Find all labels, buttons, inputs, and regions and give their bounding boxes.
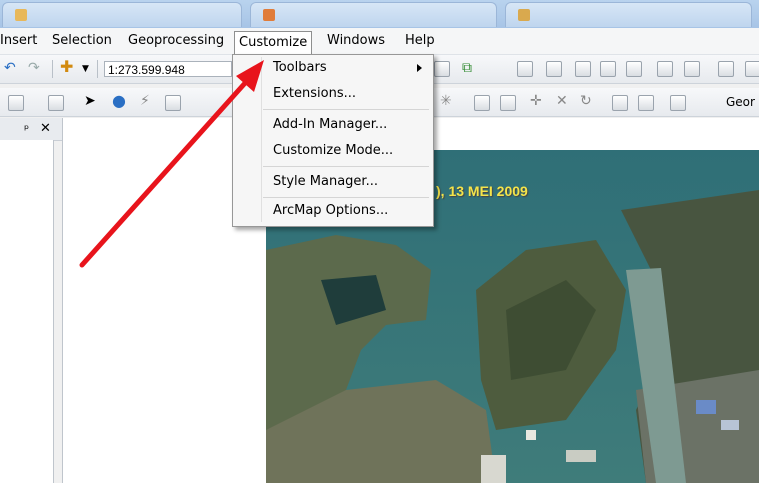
window-tab-icon	[15, 9, 27, 21]
menu-item-style-manager[interactable]: Style Manager...	[273, 174, 378, 189]
move-icon[interactable]: ✛	[530, 94, 542, 108]
window-tab[interactable]	[2, 2, 242, 27]
model-builder-icon[interactable]: ⧉	[462, 61, 472, 75]
menu-item-toolbars[interactable]: Toolbars	[273, 60, 327, 75]
window-icon[interactable]	[434, 61, 450, 77]
close-icon[interactable]: ✕	[40, 122, 51, 136]
tool-icon[interactable]	[745, 61, 759, 77]
window-tab[interactable]	[505, 2, 752, 27]
chevron-down-icon[interactable]: ▼	[82, 62, 89, 76]
tool-icon[interactable]	[657, 61, 673, 77]
menu-icon-gutter	[261, 57, 262, 222]
menu-help[interactable]: Help	[403, 32, 437, 50]
redo-icon[interactable]: ↷	[28, 61, 40, 75]
undo-icon[interactable]: ↶	[4, 61, 16, 75]
menu-customize[interactable]: Customize	[234, 31, 313, 54]
delete-icon[interactable]: ✕	[556, 94, 568, 108]
menu-item-customize-mode[interactable]: Customize Mode...	[273, 143, 393, 158]
rotate-icon[interactable]: ↻	[580, 94, 592, 108]
menu-geoprocessing[interactable]: Geoprocessing	[126, 32, 226, 50]
map-scale-input[interactable]: 1:273.599.948	[104, 61, 232, 77]
tool-icon[interactable]	[8, 95, 24, 111]
html-popup-icon[interactable]	[165, 95, 181, 111]
window-title-strip	[0, 0, 759, 28]
tool-icon[interactable]	[718, 61, 734, 77]
window-tab[interactable]	[250, 2, 497, 27]
tool-icon[interactable]	[517, 61, 533, 77]
menu-item-extensions[interactable]: Extensions...	[273, 86, 356, 101]
menu-separator	[263, 197, 429, 198]
submenu-arrow-icon	[417, 64, 422, 72]
hyperlink-icon[interactable]: ⚡	[140, 94, 150, 108]
table-of-contents-panel	[0, 140, 54, 483]
menu-selection[interactable]: Selection	[50, 32, 114, 50]
tool-icon[interactable]	[684, 61, 700, 77]
window-tab-icon	[518, 9, 530, 21]
tool-icon[interactable]	[626, 61, 642, 77]
identify-icon[interactable]: ●	[112, 93, 126, 109]
toolbar-separator	[52, 60, 53, 78]
add-data-icon[interactable]: ✚	[60, 59, 73, 75]
menu-item-arcmap-options[interactable]: ArcMap Options...	[273, 203, 388, 218]
tool-icon[interactable]	[546, 61, 562, 77]
menu-separator	[263, 166, 429, 167]
tool-icon[interactable]	[48, 95, 64, 111]
toc-panel-header: ᵖ ✕	[0, 118, 62, 141]
select-arrow-icon[interactable]: ➤	[84, 94, 96, 108]
tool-icon[interactable]	[612, 95, 628, 111]
menu-separator	[263, 109, 429, 110]
menu-item-addin-manager[interactable]: Add-In Manager...	[273, 117, 387, 132]
georeferencing-label: Geor	[726, 95, 755, 109]
window-tab-icon	[263, 9, 275, 21]
tool-icon[interactable]	[670, 95, 686, 111]
tool-icon[interactable]	[638, 95, 654, 111]
tool-icon[interactable]	[500, 95, 516, 111]
menu-insert[interactable]: Insert	[0, 32, 39, 50]
toolbar-separator	[97, 60, 98, 78]
customize-dropdown-menu: Toolbars Extensions... Add-In Manager...…	[232, 54, 434, 227]
pin-icon[interactable]: ᵖ	[24, 122, 29, 136]
menu-windows[interactable]: Windows	[325, 32, 387, 50]
tool-icon[interactable]	[600, 61, 616, 77]
tool-icon[interactable]	[474, 95, 490, 111]
edit-vertex-icon[interactable]: ✳	[440, 94, 452, 108]
menu-bar: Insert Selection Geoprocessing Customize…	[0, 28, 759, 55]
tool-icon[interactable]	[575, 61, 591, 77]
image-caption: ), 13 MEI 2009	[436, 183, 528, 199]
